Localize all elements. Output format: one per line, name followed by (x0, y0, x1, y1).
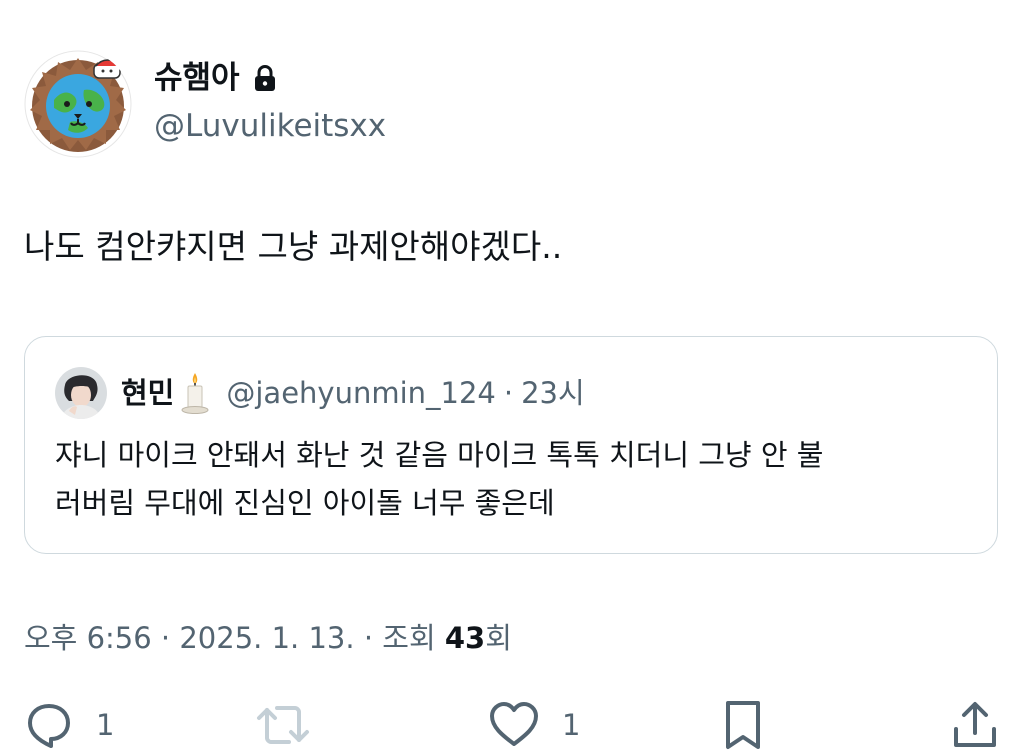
tweet-action-bar: 1 1 (0, 695, 1024, 755)
tweet-text: 나도 컴안캬지면 그냥 과제안해야겠다.. (24, 227, 563, 266)
like-count: 1 (562, 708, 581, 742)
quoted-author-display-name: 현민 (121, 376, 175, 410)
tweet-meta: 오후 6:56 · 2025. 1. 13. · 조회 43회 (24, 616, 512, 660)
retweet-icon (255, 700, 311, 750)
candle-icon (180, 371, 210, 415)
like-button[interactable]: 1 (488, 695, 580, 755)
heart-icon (488, 700, 540, 750)
reply-count: 1 (96, 708, 115, 742)
bookmark-icon (722, 699, 764, 751)
views-count[interactable]: 43 (445, 621, 485, 655)
author-display-name[interactable]: 슈햄아 (154, 58, 240, 98)
bookmark-button[interactable] (722, 695, 764, 755)
quoted-author-handle: @jaehyunmin_124 (226, 376, 496, 410)
share-icon (950, 699, 1000, 751)
quoted-separator: · (503, 376, 514, 410)
quoted-tweet-header: 현민 @jaehyunmin_124 · 23시 (55, 367, 585, 419)
meta-separator-2: · (363, 621, 374, 655)
reply-button[interactable]: 1 (24, 695, 114, 755)
quoted-text-line-2: 러버림 무대에 진심인 아이돌 너무 좋은데 (55, 486, 555, 520)
tweet-author: 슈햄아 @Luvulikeitsxx (24, 50, 584, 160)
tweet-date[interactable]: 2025. 1. 13. (179, 621, 354, 655)
author-name-row: 슈햄아 (154, 58, 278, 98)
quoted-tweet-text: 쟈니 마이크 안돼서 화난 것 같음 마이크 톡톡 치더니 그냥 안 불 러버림… (55, 431, 975, 527)
share-button[interactable] (950, 695, 1000, 755)
lock-icon (252, 64, 278, 92)
author-handle[interactable]: @Luvulikeitsxx (154, 106, 386, 146)
author-avatar[interactable] (24, 50, 132, 158)
quoted-time-ago: 23시 (521, 376, 585, 410)
views-prefix: 조회 (382, 621, 436, 655)
quoted-tweet-card[interactable]: 현민 @jaehyunmin_124 · 23시 쟈니 마이크 안돼서 화난 것… (24, 336, 998, 554)
views-suffix: 회 (485, 621, 512, 655)
retweet-button[interactable] (255, 695, 311, 755)
quoted-author-avatar (55, 367, 107, 419)
tweet-time[interactable]: 오후 6:56 (24, 621, 152, 655)
quoted-text-line-1: 쟈니 마이크 안돼서 화난 것 같음 마이크 톡톡 치더니 그냥 안 불 (55, 438, 824, 472)
reply-icon (24, 700, 74, 750)
meta-separator-1: · (160, 621, 171, 655)
